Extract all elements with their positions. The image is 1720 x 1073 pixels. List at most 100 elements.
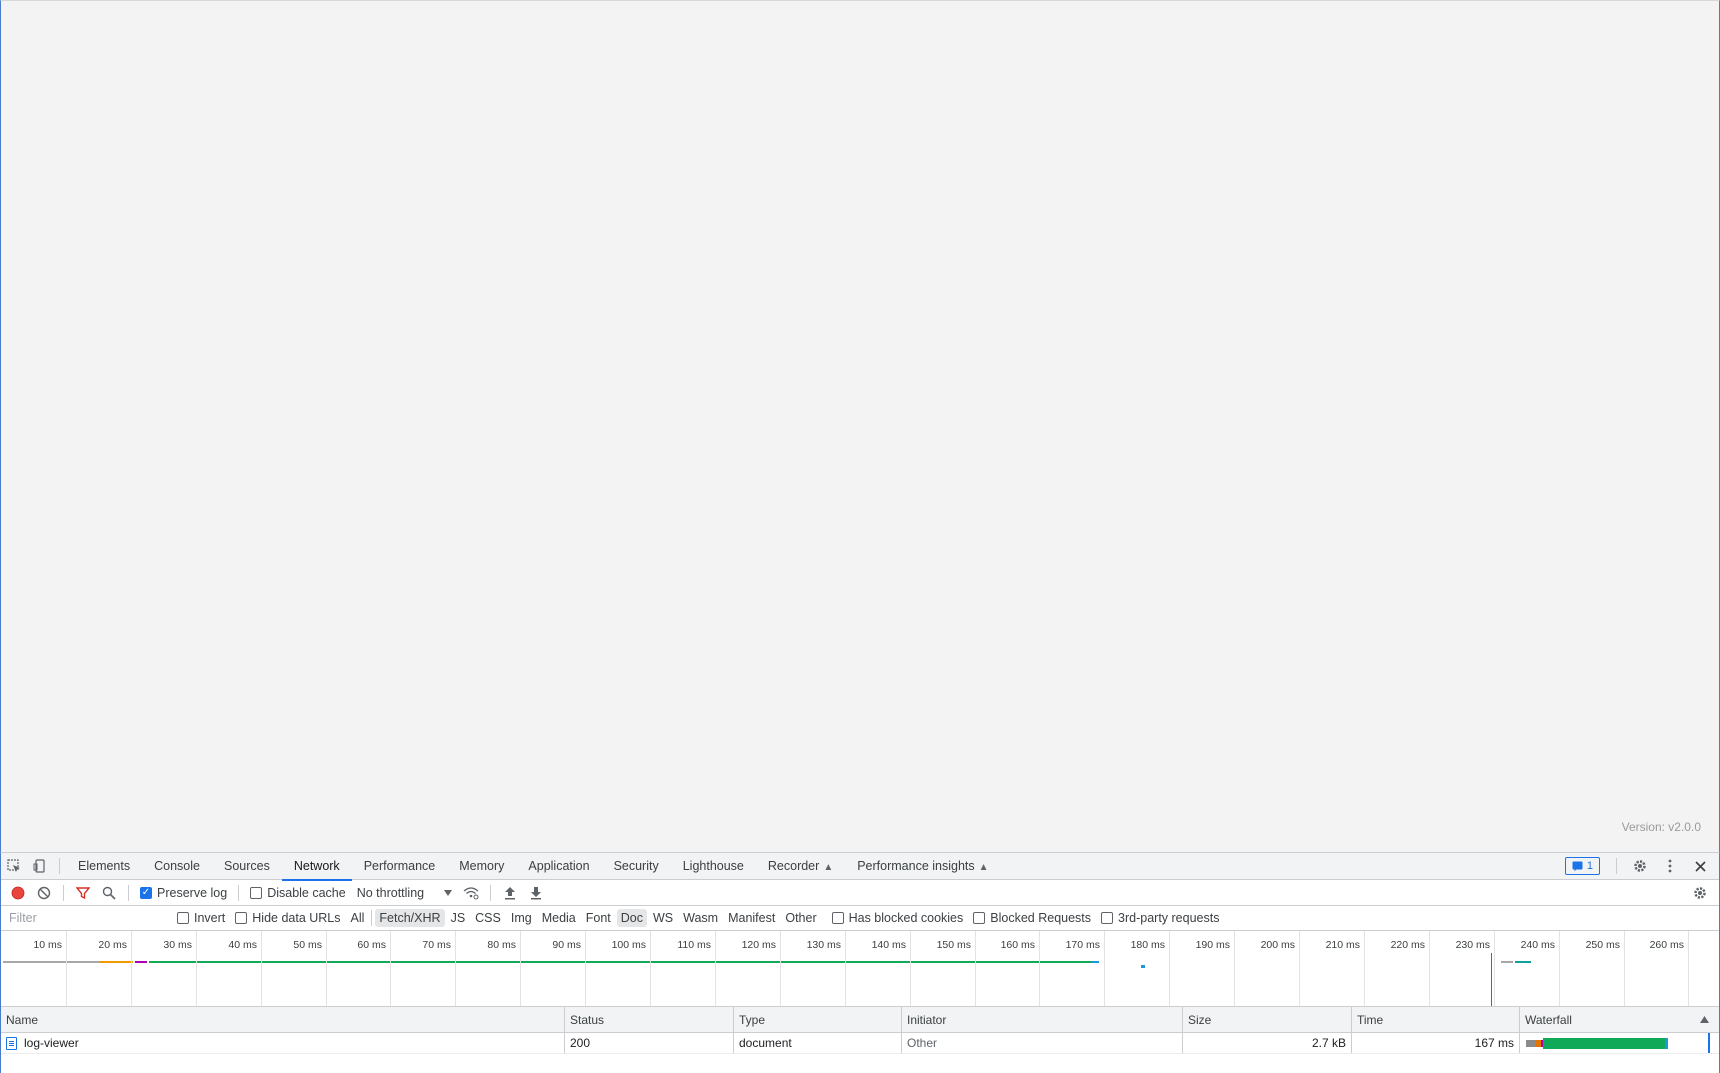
type-filter-ws[interactable]: WS bbox=[649, 909, 677, 927]
timeline-tick-label: 180 ms bbox=[1130, 939, 1165, 951]
overview-bar-late-transfer bbox=[1515, 961, 1531, 963]
invert-checkbox[interactable]: Invert bbox=[177, 911, 225, 925]
timeline-tick-label: 50 ms bbox=[293, 939, 322, 951]
overview-bar-late-queue bbox=[1501, 961, 1513, 963]
tab-performance-insights[interactable]: Performance insights ▲ bbox=[845, 853, 1000, 880]
checkbox-unchecked[interactable] bbox=[1101, 912, 1114, 924]
tab-performance[interactable]: Performance bbox=[352, 853, 448, 880]
has-blocked-cookies-checkbox[interactable]: Has blocked cookies bbox=[831, 911, 964, 925]
type-filter-other[interactable]: Other bbox=[781, 909, 820, 927]
search-button[interactable] bbox=[96, 882, 122, 904]
separator bbox=[238, 884, 240, 901]
timeline-tick-label: 20 ms bbox=[98, 939, 127, 951]
network-overview-timeline[interactable]: 10 ms 20 ms 30 ms 40 ms 50 ms 60 ms 70 ms 80 ms… bbox=[1, 931, 1719, 1007]
tab-sources[interactable]: Sources bbox=[212, 853, 282, 880]
throttling-value: No throttling bbox=[356, 885, 425, 900]
request-status: 200 bbox=[565, 1033, 734, 1053]
type-filter-all[interactable]: All bbox=[347, 909, 369, 927]
table-row[interactable]: log-viewer 200 document Other 2.7 kB 167… bbox=[1, 1033, 1719, 1054]
overview-bar-small bbox=[1141, 965, 1145, 968]
timeline-tick-label: 250 ms bbox=[1585, 939, 1620, 951]
column-header-name[interactable]: Name bbox=[1, 1007, 565, 1032]
throttling-select[interactable]: No throttling bbox=[356, 885, 453, 900]
type-filter-css[interactable]: CSS bbox=[471, 909, 505, 927]
device-toolbar-icon[interactable] bbox=[27, 853, 53, 879]
request-time: 167 ms bbox=[1352, 1033, 1520, 1053]
tab-security[interactable]: Security bbox=[602, 853, 671, 880]
column-header-initiator[interactable]: Initiator bbox=[902, 1007, 1183, 1032]
type-filter-doc[interactable]: Doc bbox=[616, 909, 647, 927]
tab-lighthouse[interactable]: Lighthouse bbox=[671, 853, 756, 880]
tab-recorder[interactable]: Recorder ▲ bbox=[756, 853, 845, 880]
overview-bar-download bbox=[1091, 961, 1099, 963]
timeline-tick-label: 230 ms bbox=[1455, 939, 1490, 951]
timeline-tick-label: 100 ms bbox=[611, 939, 646, 951]
type-filter-manifest[interactable]: Manifest bbox=[724, 909, 779, 927]
type-filter-js[interactable]: JS bbox=[447, 909, 470, 927]
separator bbox=[1616, 858, 1617, 874]
filter-toggle-button[interactable] bbox=[70, 882, 96, 904]
tab-application[interactable]: Application bbox=[516, 853, 601, 880]
more-options-icon[interactable] bbox=[1657, 853, 1683, 879]
separator bbox=[490, 884, 492, 901]
tab-network[interactable]: Network bbox=[281, 853, 352, 881]
close-icon[interactable] bbox=[1687, 853, 1713, 879]
column-header-time[interactable]: Time bbox=[1352, 1007, 1520, 1032]
disable-cache-checkbox[interactable]: Disable cache bbox=[250, 886, 346, 900]
export-har-button[interactable] bbox=[523, 882, 549, 904]
tab-console[interactable]: Console bbox=[142, 853, 212, 880]
network-settings-gear-icon[interactable] bbox=[1687, 882, 1713, 904]
checkbox-unchecked[interactable] bbox=[235, 912, 248, 924]
issues-button[interactable]: 1 bbox=[1564, 857, 1600, 875]
sort-ascending-icon bbox=[1700, 1016, 1709, 1023]
preserve-log-checkbox[interactable]: ✓ Preserve log bbox=[140, 886, 227, 900]
filter-input[interactable]: Filter bbox=[4, 907, 172, 929]
type-filter-fetch-xhr[interactable]: Fetch/XHR bbox=[375, 909, 445, 927]
search-icon bbox=[102, 886, 116, 900]
tab-elements[interactable]: Elements bbox=[66, 853, 142, 880]
request-type: document bbox=[734, 1033, 902, 1053]
request-name-cell[interactable]: log-viewer bbox=[1, 1033, 565, 1053]
blocked-requests-checkbox[interactable]: Blocked Requests bbox=[973, 911, 1091, 925]
column-header-waterfall[interactable]: Waterfall bbox=[1520, 1007, 1719, 1032]
document-icon bbox=[6, 1036, 17, 1050]
timeline-tick-label: 200 ms bbox=[1260, 939, 1295, 951]
timeline-gridline bbox=[1688, 931, 1689, 1006]
timeline-tick-label: 30 ms bbox=[163, 939, 192, 951]
toolbar-right bbox=[1687, 882, 1719, 904]
type-filter-wasm[interactable]: Wasm bbox=[679, 909, 722, 927]
hide-data-urls-checkbox[interactable]: Hide data URLs bbox=[235, 911, 341, 925]
column-header-size[interactable]: Size bbox=[1183, 1007, 1352, 1032]
import-har-button[interactable] bbox=[497, 882, 523, 904]
tab-memory[interactable]: Memory bbox=[447, 853, 516, 880]
timeline-tick-label: 240 ms bbox=[1520, 939, 1555, 951]
timeline-tick-label: 220 ms bbox=[1390, 939, 1425, 951]
record-button[interactable] bbox=[5, 882, 31, 904]
network-conditions-button[interactable] bbox=[458, 882, 484, 904]
clear-button[interactable] bbox=[31, 882, 57, 904]
checkbox-unchecked[interactable] bbox=[831, 912, 844, 924]
type-filter-img[interactable]: Img bbox=[507, 909, 536, 927]
column-header-type[interactable]: Type bbox=[734, 1007, 902, 1032]
type-filter-media[interactable]: Media bbox=[538, 909, 580, 927]
clear-icon bbox=[37, 886, 51, 899]
settings-gear-icon[interactable] bbox=[1627, 853, 1653, 879]
tabbar-actions: 1 bbox=[1564, 853, 1719, 879]
timeline-tick-label: 130 ms bbox=[806, 939, 841, 951]
invert-label: Invert bbox=[194, 911, 226, 925]
request-waterfall[interactable] bbox=[1520, 1033, 1719, 1053]
third-party-requests-label: 3rd-party requests bbox=[1118, 911, 1220, 925]
checkbox-unchecked[interactable] bbox=[177, 912, 189, 924]
timeline-tick-label: 170 ms bbox=[1065, 939, 1100, 951]
timeline-tick-label: 160 ms bbox=[1000, 939, 1035, 951]
checkbox-unchecked[interactable] bbox=[973, 912, 986, 924]
third-party-requests-checkbox[interactable]: 3rd-party requests bbox=[1101, 911, 1219, 925]
waterfall-queue-segment bbox=[1526, 1040, 1536, 1047]
column-header-status[interactable]: Status bbox=[565, 1007, 734, 1032]
checkbox-unchecked[interactable] bbox=[250, 886, 263, 899]
checkbox-checked[interactable]: ✓ bbox=[140, 886, 152, 899]
devtools-tabbar: Elements Console Sources Network Perform… bbox=[1, 853, 1719, 881]
type-filter-font[interactable]: Font bbox=[582, 909, 615, 927]
inspect-element-icon[interactable] bbox=[1, 853, 27, 879]
has-blocked-cookies-label: Has blocked cookies bbox=[848, 911, 964, 925]
